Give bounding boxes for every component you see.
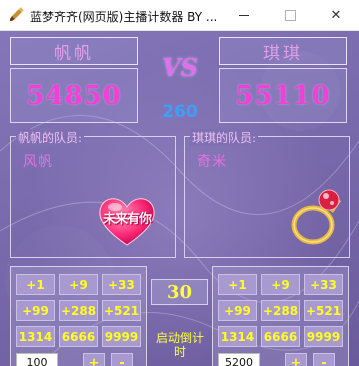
left-team-name[interactable]: 帆帆 [10,37,138,65]
right-minus-button[interactable]: - [313,353,335,366]
close-button[interactable]: ✕ [313,0,359,30]
left-add-9-button[interactable]: +9 [59,274,98,295]
maximize-button[interactable] [267,0,313,30]
right-members-label: 琪琪的队员: [190,129,259,146]
left-gift-panel: +1 +9 +33 +99 +288 +521 1314 6666 9999 1… [10,266,147,366]
right-gift-panel: +1 +9 +33 +99 +288 +521 1314 6666 9999 5… [212,266,349,366]
right-add-9-button[interactable]: +9 [261,274,300,295]
left-add-33-button[interactable]: +33 [102,274,141,295]
right-team-name[interactable]: 琪琪 [219,37,347,65]
right-add-1-button[interactable]: +1 [218,274,257,295]
start-countdown-button[interactable]: 启动倒计时 [154,331,206,359]
right-add-288-button[interactable]: +288 [261,300,300,321]
left-add-99-button[interactable]: +99 [16,300,55,321]
left-plus-button[interactable]: + [83,353,105,366]
paintbrush-icon [10,7,24,21]
right-plus-button[interactable]: + [285,353,307,366]
left-team-score[interactable]: 54850 [10,68,138,123]
left-member-name[interactable]: 风帆 [23,151,53,171]
left-add-288-button[interactable]: +288 [59,300,98,321]
vs-label: VS [162,53,198,82]
left-add-521-button[interactable]: +521 [102,300,141,321]
left-add-1-button[interactable]: +1 [16,274,55,295]
counter-panel: 帆帆 VS 琪琪 54850 260 55110 帆帆的队员: 风帆 未来有你 [0,31,359,366]
right-add-1314-button[interactable]: 1314 [218,326,257,347]
maximize-icon [284,9,296,21]
left-minus-button[interactable]: - [111,353,133,366]
right-team-score[interactable]: 55110 [219,68,347,123]
right-member-name[interactable]: 奇米 [197,151,227,171]
window-title: 蓝梦齐齐(网页版)主播计数器 BY ... [30,10,218,24]
left-add-6666-button[interactable]: 6666 [59,326,98,347]
heart-sticker-text: 未来有你 [102,212,152,227]
heart-icon: 未来有你 [95,193,159,247]
title-bar: 蓝梦齐齐(网页版)主播计数器 BY ... ✕ [0,0,359,31]
left-add-9999-button[interactable]: 9999 [102,326,141,347]
minimize-button[interactable] [221,0,267,30]
minimize-icon [239,14,249,16]
ring-icon [289,183,345,247]
right-add-9999-button[interactable]: 9999 [304,326,343,347]
countdown-seconds-input[interactable]: 30 [151,279,208,305]
left-members-group: 帆帆的队员: 风帆 未来有你 [10,129,176,258]
right-add-99-button[interactable]: +99 [218,300,257,321]
right-custom-amount-input[interactable]: 5200 [218,353,260,366]
left-members-label: 帆帆的队员: [16,129,85,146]
left-custom-amount-input[interactable]: 100 [16,353,58,366]
score-difference: 260 [162,102,198,122]
right-add-6666-button[interactable]: 6666 [261,326,300,347]
right-members-group: 琪琪的队员: 奇米 [184,129,350,258]
right-add-33-button[interactable]: +33 [304,274,343,295]
left-add-1314-button[interactable]: 1314 [16,326,55,347]
right-add-521-button[interactable]: +521 [304,300,343,321]
